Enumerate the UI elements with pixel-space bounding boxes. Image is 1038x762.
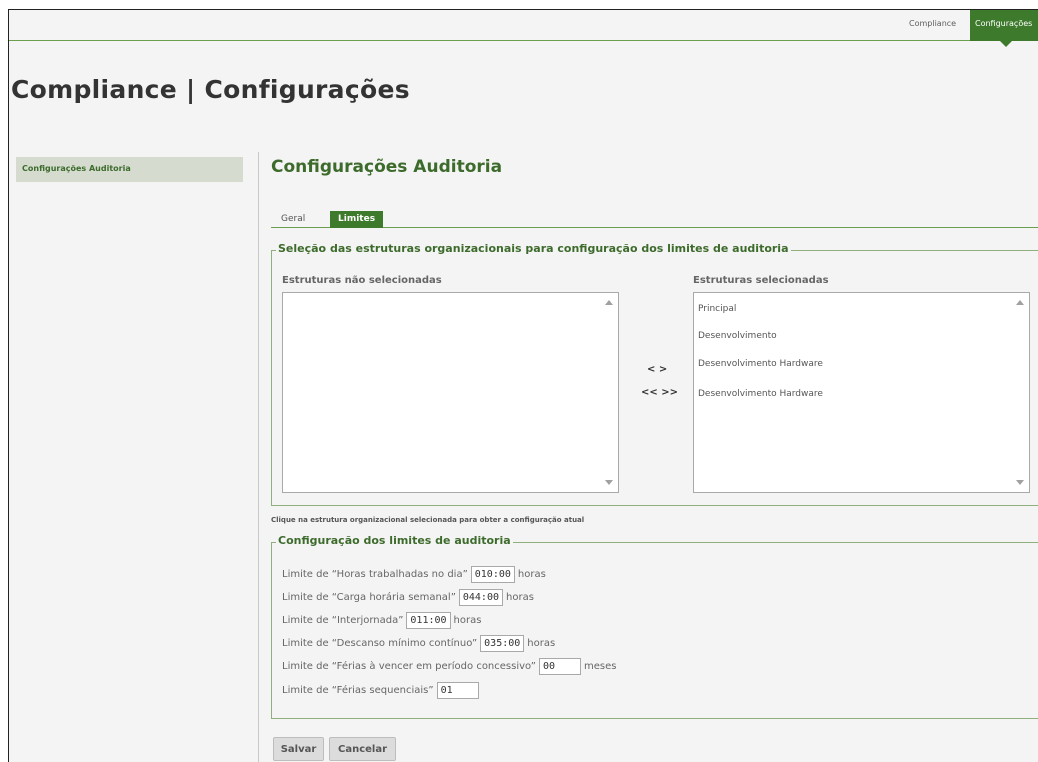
descanso-minimo-input[interactable]: 035:00: [480, 634, 525, 652]
tab-limites[interactable]: Limites: [330, 211, 384, 228]
limit-label: Limite de “Férias sequenciais”: [282, 684, 434, 696]
scroll-down-arrow-icon[interactable]: [605, 480, 613, 485]
tab-geral[interactable]: Geral: [271, 211, 313, 228]
save-button[interactable]: Salvar: [273, 737, 324, 761]
ferias-sequenciais-input[interactable]: 01: [436, 681, 479, 699]
limit-unit: horas: [453, 614, 482, 626]
app-frame: Compliance Configurações Compliance | Co…: [8, 9, 1038, 762]
list-item[interactable]: Desenvolvimento: [698, 331, 777, 341]
limit-row-interjornada: Limite de “Interjornada” 011:00 horas: [282, 611, 481, 629]
unselected-structures-label: Estruturas não selecionadas: [282, 275, 442, 286]
limit-row-descanso-minimo: Limite de “Descanso mínimo contínuo” 035…: [282, 634, 555, 652]
tab-bar: Geral Limites: [271, 207, 1038, 228]
list-item[interactable]: Principal: [698, 304, 736, 314]
limit-label: Limite de “Férias à vencer em período co…: [282, 660, 536, 672]
cancel-button[interactable]: Cancelar: [329, 737, 396, 761]
sidebar-item-configuracoes-auditoria[interactable]: Configurações Auditoria: [16, 157, 243, 182]
limit-label: Limite de “Horas trabalhadas no dia”: [282, 568, 468, 580]
list-item[interactable]: Desenvolvimento Hardware: [698, 359, 823, 369]
limit-row-ferias-vencer: Limite de “Férias à vencer em período co…: [282, 657, 616, 675]
structures-selection-legend: Seleção das estruturas organizacionais p…: [276, 242, 791, 255]
top-nav: Compliance Configurações: [9, 10, 1038, 47]
limit-label: Limite de “Carga horária semanal”: [282, 591, 456, 603]
carga-semanal-input[interactable]: 044:00: [458, 588, 503, 606]
hint-text: Clique na estrutura organizacional selec…: [271, 516, 585, 524]
list-item[interactable]: Desenvolvimento Hardware: [698, 389, 823, 399]
page-title: Compliance | Configurações: [11, 75, 410, 104]
nav-compliance[interactable]: Compliance: [909, 19, 956, 28]
move-all-button[interactable]: << >>: [641, 387, 678, 398]
limit-row-horas-dia: Limite de “Horas trabalhadas no dia” 010…: [282, 565, 546, 583]
scroll-up-arrow-icon[interactable]: [1016, 300, 1024, 305]
selected-structures-label: Estruturas selecionadas: [693, 275, 829, 286]
vertical-divider: [258, 152, 259, 762]
limits-fieldset: Configuração dos limites de auditoria Li…: [271, 534, 1038, 719]
ferias-vencer-input[interactable]: 00: [538, 657, 581, 675]
limit-row-ferias-sequenciais: Limite de “Férias sequenciais” 01: [282, 681, 482, 699]
limit-unit: horas: [506, 591, 534, 603]
section-title: Configurações Auditoria: [271, 157, 503, 177]
horas-dia-input[interactable]: 010:00: [470, 565, 515, 583]
limit-row-carga-semanal: Limite de “Carga horária semanal” 044:00…: [282, 588, 534, 606]
nav-configuracoes[interactable]: Configurações: [970, 10, 1038, 47]
move-one-button[interactable]: < >: [647, 364, 667, 375]
limit-label: Limite de “Descanso mínimo contínuo”: [282, 637, 478, 649]
limit-unit: horas: [527, 637, 556, 649]
limit-label: Limite de “Interjornada”: [282, 614, 404, 626]
scroll-up-arrow-icon[interactable]: [605, 300, 613, 305]
limit-unit: meses: [583, 660, 617, 672]
interjornada-input[interactable]: 011:00: [406, 611, 451, 629]
limit-unit: horas: [517, 568, 546, 580]
selected-structures-list[interactable]: Principal Desenvolvimento Desenvolviment…: [693, 292, 1030, 493]
structures-selection-fieldset: Seleção das estruturas organizacionais p…: [271, 242, 1038, 506]
scroll-down-arrow-icon[interactable]: [1016, 480, 1024, 485]
limits-legend: Configuração dos limites de auditoria: [276, 534, 513, 547]
unselected-structures-list[interactable]: [282, 292, 619, 493]
